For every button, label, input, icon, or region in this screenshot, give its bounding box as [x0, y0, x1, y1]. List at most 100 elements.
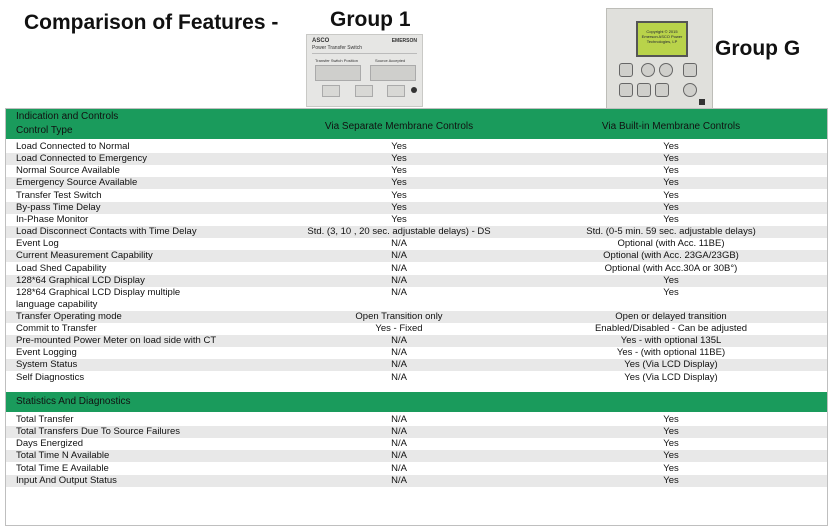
- groupG-cell: Yes: [663, 462, 679, 474]
- groupG-cell: Yes: [663, 286, 679, 298]
- group1-cell: N/A: [391, 426, 407, 438]
- table-row: Load Connected to Emergency Yes Yes: [6, 153, 827, 166]
- groupG-cell: Yes: [663, 153, 679, 165]
- column-header-group1: Via Separate Membrane Controls: [324, 121, 474, 132]
- feature-cell: Load Connected to Normal: [16, 141, 130, 152]
- groupG-cell: Optional (with Acc.30A or 30B°): [604, 262, 738, 274]
- groupG-cell: Yes: [663, 438, 679, 450]
- feature-cell: Transfer Operating mode: [16, 310, 122, 322]
- table-row: Current Measurement Capability N/A Optiona…: [6, 250, 827, 263]
- column-header-groupG: Via Built-in Membrane Controls: [601, 121, 741, 132]
- groupG-cell: Open or delayed transition: [615, 310, 727, 322]
- groupG-cell: Optional (with Acc. 23GA/23GB): [603, 250, 739, 262]
- table-row: Load Shed Capability N/A Optional (with Ac…: [6, 263, 827, 275]
- feature-cell: By-pass Time Delay: [16, 201, 101, 213]
- position-indicator: [315, 65, 361, 81]
- group1-cell: N/A: [391, 335, 407, 347]
- group1-cell: N/A: [391, 371, 407, 383]
- group1-cell: Yes: [391, 177, 407, 189]
- table-row: Load Disconnect Contacts with Time Delay…: [6, 226, 827, 239]
- menu-key-icon: [619, 63, 633, 77]
- groupG-cell: Yes: [663, 201, 679, 213]
- feature-cell: Total Time E Available: [16, 462, 109, 474]
- table-row: Pre-mounted Power Meter on load side wit…: [6, 335, 827, 348]
- table-row: 128*64 Graphical LCD Display multiple N/A…: [6, 287, 827, 311]
- emerson-logo: EMERSON: [391, 38, 417, 44]
- feature-cell: Total Time N Available: [16, 450, 110, 462]
- group1-cell: N/A: [391, 238, 407, 250]
- groupG-cell: Yes (Via LCD Display): [624, 371, 718, 383]
- table-row: Total Transfer N/A Yes: [6, 414, 827, 426]
- table-row: Total Time E Available N/A Yes: [6, 463, 827, 475]
- group1-cell: Yes - Fixed: [375, 322, 423, 334]
- groupG-heading: Group G: [715, 37, 801, 60]
- device-subtitle: Power Transfer Switch: [312, 45, 363, 51]
- groupG-cell: Std. (0-5 min. 59 sec. adjustable delays…: [586, 226, 756, 238]
- up-arrow-icon: [641, 63, 655, 77]
- key-icon: [637, 83, 651, 97]
- group1-cell: N/A: [391, 347, 407, 359]
- groupG-cell: Yes: [663, 165, 679, 177]
- mute-key-icon: [683, 83, 697, 97]
- group1-cell: N/A: [391, 474, 407, 486]
- feature-cell: Transfer Test Switch: [16, 189, 102, 201]
- table-row: Transfer Test Switch Yes Yes: [6, 190, 827, 202]
- feature-cell: Load Disconnect Contacts with Time Delay: [16, 226, 197, 238]
- table-row: Transfer Operating mode Open Transition o…: [6, 310, 827, 323]
- groupG-cell: Yes - (with optional 11BE): [616, 347, 726, 359]
- feature-cell: 128*64 Graphical LCD Display: [16, 274, 145, 286]
- feature-cell-continued: language capability: [16, 298, 98, 310]
- feature-cell: Total Transfer: [16, 414, 74, 425]
- groupG-cell: Optional (with Acc. 11BE): [617, 238, 725, 250]
- feature-cell: Commit to Transfer: [16, 322, 97, 334]
- bypass-button: [355, 85, 373, 97]
- feature-cell: Emergency Source Available: [16, 177, 138, 189]
- group1-cell: Yes: [391, 141, 407, 152]
- group1-cell: N/A: [391, 438, 407, 450]
- group1-cell: N/A: [391, 450, 407, 462]
- transfer-test-button: [322, 85, 340, 97]
- enter-key-icon: [683, 63, 697, 77]
- feature-cell: Load Shed Capability: [16, 262, 107, 274]
- groupG-cell: Yes: [663, 414, 679, 425]
- feature-cell: Current Measurement Capability: [16, 250, 153, 262]
- group1-cell: N/A: [391, 274, 407, 286]
- groupG-cell: Yes - with optional 135L: [620, 335, 722, 347]
- table-row: By-pass Time Delay Yes Yes: [6, 201, 827, 214]
- status-led-icon: [411, 87, 417, 93]
- table-row: Load Connected to Normal Yes Yes: [6, 141, 827, 153]
- comparison-table: Indication and Controls Control Type Via…: [5, 108, 828, 526]
- table-row: System Status N/A Yes (Via LCD Display): [6, 359, 827, 372]
- table-row: Commit to Transfer Yes - Fixed Enabled/Dis…: [6, 323, 827, 335]
- group1-cell: Std. (3, 10 , 20 sec. adjustable delays)…: [307, 226, 491, 238]
- groupG-cell: Yes: [663, 177, 679, 189]
- section-header-statistics: Statistics And Diagnostics: [6, 392, 827, 412]
- table-row: Emergency Source Available Yes Yes: [6, 177, 827, 190]
- table-row: Total Time N Available N/A Yes: [6, 450, 827, 463]
- table-row: Event Log N/A Optional (with Acc. 11BE): [6, 238, 827, 250]
- groupG-cell: Enabled/Disabled - Can be adjusted: [594, 322, 748, 334]
- table-row: Total Transfers Due To Source Failures N/…: [6, 426, 827, 439]
- source-indicator: [370, 65, 416, 81]
- feature-cell: Event Log: [16, 238, 59, 250]
- feature-cell: Load Connected to Emergency: [16, 153, 147, 165]
- qr-code-icon: [699, 99, 705, 105]
- source-label: Source Accepted: [375, 58, 406, 63]
- groupG-cell: Yes: [663, 474, 679, 486]
- feature-cell: System Status: [16, 359, 78, 371]
- feature-cell: Normal Source Available: [16, 165, 120, 177]
- key-icon: [655, 83, 669, 97]
- groupG-cell: Yes: [663, 450, 679, 462]
- group1-heading: Group 1: [330, 8, 411, 31]
- group1-cell: N/A: [391, 414, 407, 425]
- feature-cell: Pre-mounted Power Meter on load side wit…: [16, 335, 217, 347]
- feature-cell: Self Diagnostics: [16, 371, 85, 383]
- table-row: Days Energized N/A Yes: [6, 438, 827, 450]
- group1-controller-image: ASCO EMERSON Power Transfer Switch Trans…: [306, 34, 423, 107]
- feature-cell: 128*64 Graphical LCD Display multiple: [16, 286, 181, 298]
- group1-cell: Yes: [391, 201, 407, 213]
- table-row: Event Logging N/A Yes - (with optional 11B…: [6, 347, 827, 359]
- groupG-cell: Yes: [663, 274, 679, 286]
- group1-cell: N/A: [391, 286, 407, 298]
- group1-cell: N/A: [391, 359, 407, 371]
